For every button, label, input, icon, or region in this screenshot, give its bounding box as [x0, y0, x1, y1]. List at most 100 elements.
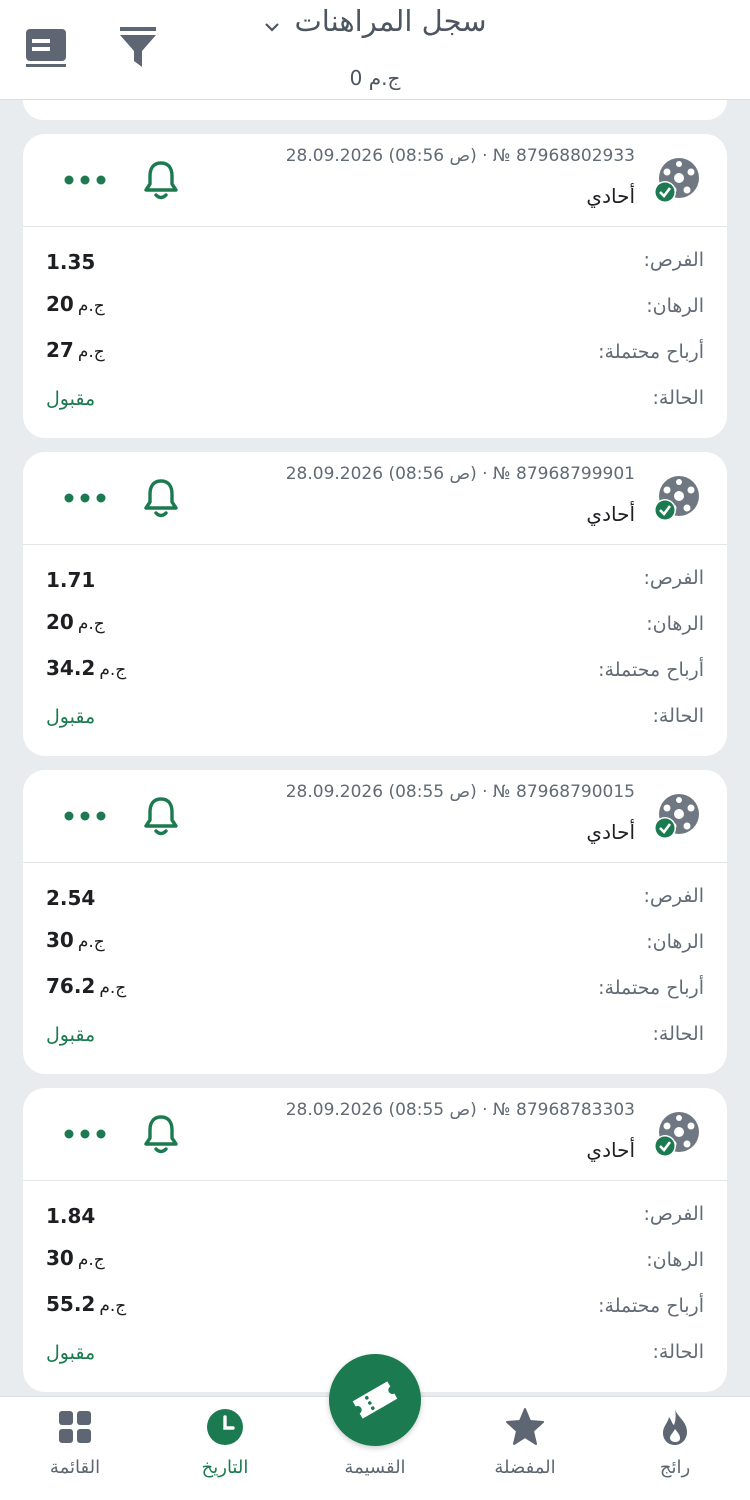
potential-win-label: أرباح محتملة: [598, 659, 704, 681]
status-label: الحالة: [652, 387, 705, 409]
star-icon [506, 1408, 544, 1445]
more-options-icon[interactable] [63, 806, 107, 826]
stake-value: 20 ج.م [46, 292, 105, 316]
bell-icon[interactable] [141, 476, 181, 520]
potential-win-label: أرباح محتملة: [598, 1295, 704, 1317]
odds-label: الفرص: [643, 567, 704, 589]
bet-time: (08:55 ص) [388, 1100, 477, 1120]
previous-card-edge [23, 100, 727, 120]
odds-label: الفرص: [643, 885, 704, 907]
stake-amount: 30 [46, 1246, 74, 1270]
win-amount: 55.2 [46, 1292, 96, 1316]
bell-icon[interactable] [141, 1112, 181, 1156]
odds-value: 1.35 [46, 250, 96, 274]
bet-type: أحادي [586, 184, 635, 208]
more-options-icon[interactable] [63, 1124, 107, 1144]
nav-history-label: التاريخ [201, 1457, 249, 1478]
bet-card-header: 28.09.2026 (08:55 ص) · № 87968790015 أحا… [23, 770, 727, 863]
stake-label: الرهان: [646, 613, 704, 635]
win-amount: 76.2 [46, 974, 96, 998]
betslip-fab[interactable] [329, 1354, 421, 1446]
win-currency: ج.م [99, 660, 127, 680]
bell-icon[interactable] [141, 158, 181, 202]
stake-currency: ج.م [77, 614, 105, 634]
potential-win-value: 27 ج.م [46, 338, 105, 362]
bet-card[interactable]: 28.09.2026 (08:56 ص) · № 87968802933 أحا… [23, 134, 727, 438]
bet-card[interactable]: 28.09.2026 (08:55 ص) · № 87968783303 أحا… [23, 1088, 727, 1392]
football-check-icon [654, 476, 699, 521]
nav-trending-label: رائج [659, 1457, 691, 1478]
bet-meta: 28.09.2026 (08:56 ص) · № 87968802933 [285, 146, 635, 166]
bet-date: 28.09.2026 [285, 782, 384, 802]
football-check-icon [654, 1112, 699, 1157]
chevron-down-icon [265, 22, 280, 32]
bet-type: أحادي [586, 1138, 635, 1162]
bet-number: № 87968799901 [492, 464, 635, 484]
stake-amount: 20 [46, 610, 74, 634]
bet-meta: 28.09.2026 (08:55 ص) · № 87968783303 [285, 1100, 635, 1120]
potential-win-value: 76.2 ج.م [46, 974, 126, 998]
stake-currency: ج.م [77, 296, 105, 316]
bet-card-header: 28.09.2026 (08:56 ص) · № 87968802933 أحا… [23, 134, 727, 227]
stake-amount: 30 [46, 928, 74, 952]
nav-favorites-label: المفضلة [494, 1457, 556, 1478]
stake-currency: ج.م [77, 1250, 105, 1270]
bet-type: أحادي [586, 820, 635, 844]
stake-label: الرهان: [646, 1249, 704, 1271]
bet-time: (08:55 ص) [388, 782, 477, 802]
bet-type: أحادي [586, 502, 635, 526]
odds-value: 1.84 [46, 1204, 96, 1228]
stake-label: الرهان: [646, 931, 704, 953]
stake-label: الرهان: [646, 295, 704, 317]
nav-menu[interactable]: القائمة [0, 1397, 150, 1500]
bet-card[interactable]: 28.09.2026 (08:56 ص) · № 87968799901 أحا… [23, 452, 727, 756]
page-title: سجل المراهنات [294, 4, 487, 38]
flame-icon [663, 1409, 687, 1445]
status-label: الحالة: [652, 1341, 705, 1363]
app-header: سجل المراهنات ج.م 0 [0, 0, 750, 100]
potential-win-value: 55.2 ج.م [46, 1292, 126, 1316]
status-value: مقبول [46, 1024, 96, 1046]
nav-history[interactable]: التاريخ [150, 1397, 300, 1500]
odds-label: الفرص: [643, 1203, 704, 1225]
status-value: مقبول [46, 388, 96, 410]
more-options-icon[interactable] [63, 170, 107, 190]
bet-date: 28.09.2026 [285, 464, 384, 484]
bet-card-header: 28.09.2026 (08:56 ص) · № 87968799901 أحا… [23, 452, 727, 545]
bet-number: № 87968783303 [492, 1100, 635, 1120]
bell-icon[interactable] [141, 794, 181, 838]
clock-icon [207, 1409, 243, 1445]
bet-meta: 28.09.2026 (08:55 ص) · № 87968790015 [285, 782, 635, 802]
status-value: مقبول [46, 706, 96, 728]
football-check-icon [654, 794, 699, 839]
win-amount: 34.2 [46, 656, 96, 680]
nav-favorites[interactable]: المفضلة [450, 1397, 600, 1500]
bet-number: № 87968802933 [492, 146, 635, 166]
football-check-icon [654, 158, 699, 203]
potential-win-label: أرباح محتملة: [598, 341, 704, 363]
odds-label: الفرص: [643, 249, 704, 271]
stake-value: 30 ج.م [46, 1246, 105, 1270]
more-options-icon[interactable] [63, 488, 107, 508]
status-label: الحالة: [652, 705, 705, 727]
win-currency: ج.م [77, 342, 105, 362]
bet-time: (08:56 ص) [388, 464, 477, 484]
nav-menu-label: القائمة [49, 1457, 101, 1478]
bet-number: № 87968790015 [492, 782, 635, 802]
status-value: مقبول [46, 1342, 96, 1364]
bet-card[interactable]: 28.09.2026 (08:55 ص) · № 87968790015 أحا… [23, 770, 727, 1074]
nav-slip-label: القسيمة [344, 1457, 406, 1478]
potential-win-label: أرباح محتملة: [598, 977, 704, 999]
status-label: الحالة: [652, 1023, 705, 1045]
stake-value: 30 ج.م [46, 928, 105, 952]
win-currency: ج.م [99, 1296, 127, 1316]
stake-currency: ج.م [77, 932, 105, 952]
stake-value: 20 ج.م [46, 610, 105, 634]
odds-value: 1.71 [46, 568, 96, 592]
nav-trending[interactable]: رائج [600, 1397, 750, 1500]
title-dropdown[interactable]: سجل المراهنات [0, 4, 750, 38]
stake-amount: 20 [46, 292, 74, 316]
potential-win-value: 34.2 ج.م [46, 656, 126, 680]
ticket-icon [352, 1381, 398, 1419]
odds-value: 2.54 [46, 886, 96, 910]
